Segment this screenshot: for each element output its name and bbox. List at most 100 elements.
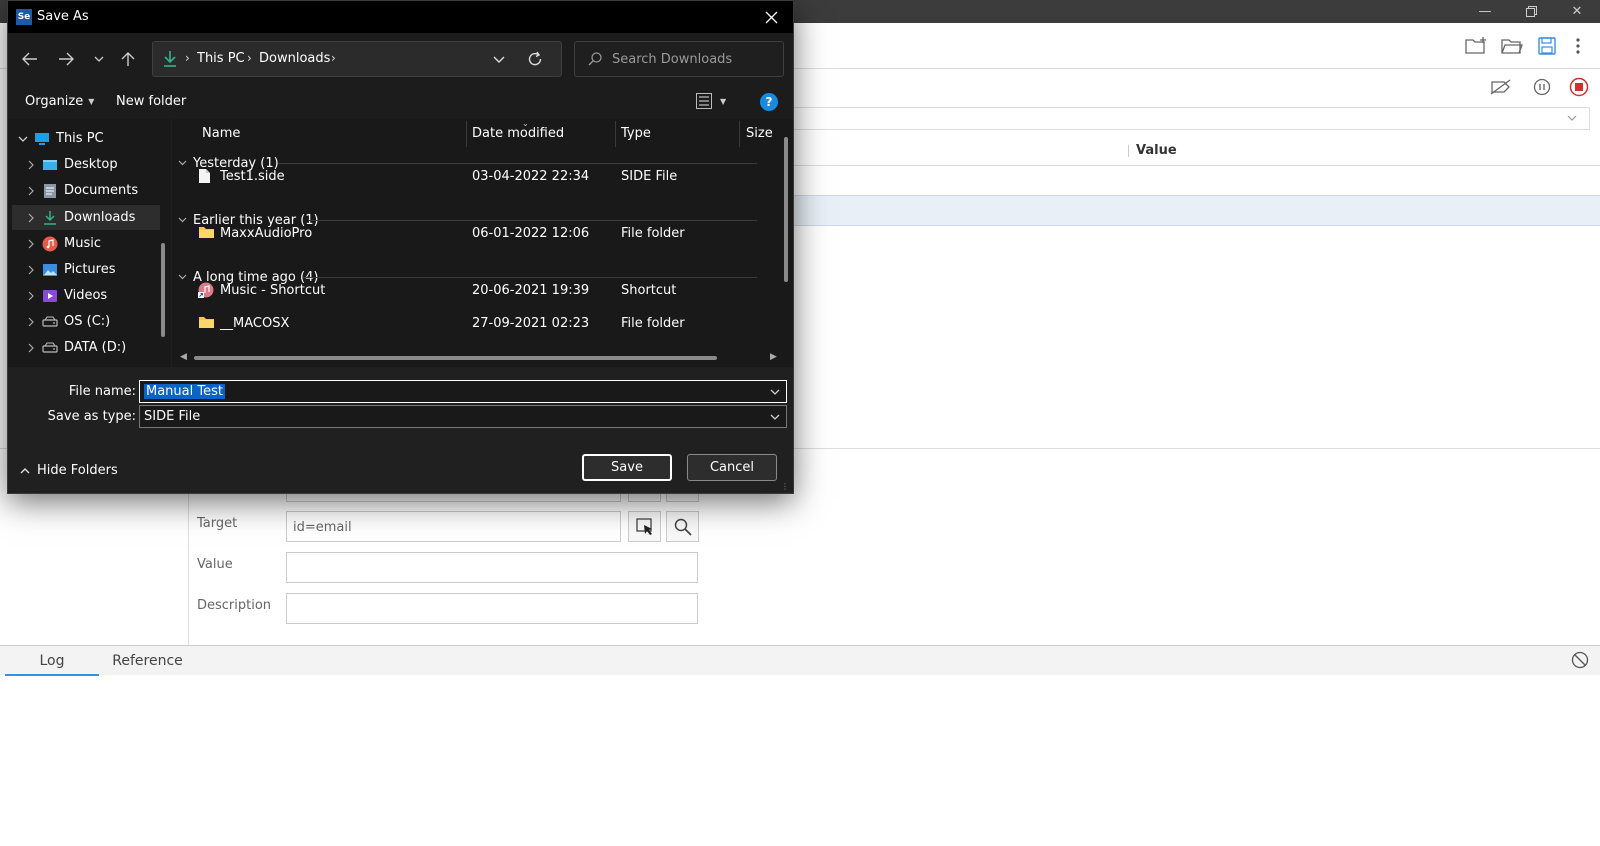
- chevron-right-icon[interactable]: [20, 186, 42, 196]
- chevron-down-icon: [770, 414, 780, 420]
- chevron-right-icon[interactable]: [20, 265, 42, 275]
- vertical-scrollbar[interactable]: [784, 137, 788, 282]
- breadcrumb-separator-icon: ›: [331, 51, 336, 65]
- chevron-right-icon[interactable]: [20, 317, 42, 327]
- size-column-header[interactable]: Size: [746, 119, 773, 149]
- file-row[interactable]: __MACOSX 27-09-2021 02:23 File folder: [172, 311, 772, 337]
- tree-item-label: Music: [64, 236, 101, 251]
- clear-log-icon[interactable]: [1571, 651, 1589, 669]
- pause-icon[interactable]: [1530, 75, 1554, 99]
- hide-folders-label: Hide Folders: [37, 463, 118, 478]
- table-row[interactable]: [790, 195, 1600, 226]
- save-button[interactable]: Save: [582, 454, 672, 481]
- chevron-right-icon[interactable]: [20, 160, 42, 170]
- music-icon: [42, 236, 58, 252]
- chevron-down-icon[interactable]: [770, 389, 780, 395]
- file-name-value: Manual Test: [144, 384, 225, 399]
- recent-locations-icon[interactable]: [84, 44, 114, 74]
- resize-grip-icon[interactable]: ⋮: [781, 482, 789, 491]
- address-history-icon[interactable]: [493, 56, 505, 63]
- save-project-icon[interactable]: [1535, 34, 1559, 58]
- name-column-header[interactable]: Name: [202, 119, 240, 149]
- commands-table-header: Value: [790, 138, 1600, 166]
- tree-item-documents[interactable]: Documents: [12, 178, 160, 203]
- file-name-input[interactable]: Manual Test: [139, 380, 787, 403]
- refresh-icon[interactable]: [527, 51, 543, 67]
- open-project-icon[interactable]: [1500, 34, 1524, 58]
- new-project-icon[interactable]: [1464, 34, 1488, 58]
- tree-item-label: This PC: [56, 131, 104, 146]
- search-box[interactable]: Search Downloads: [574, 41, 784, 77]
- type-column-header[interactable]: Type: [621, 119, 651, 149]
- date-column-header[interactable]: Date modified: [472, 119, 564, 149]
- file-name: __MACOSX: [220, 316, 290, 331]
- tree-item-videos[interactable]: Videos: [12, 283, 160, 308]
- target-input[interactable]: id=email: [286, 511, 621, 542]
- column-divider: [739, 121, 740, 147]
- value-column-header: Value: [1136, 143, 1177, 158]
- help-icon[interactable]: ?: [760, 93, 778, 111]
- hide-folders-button[interactable]: Hide Folders: [20, 463, 118, 478]
- up-icon[interactable]: [113, 44, 143, 74]
- stop-recording-icon[interactable]: [1567, 75, 1591, 99]
- search-icon: [674, 518, 692, 536]
- chevron-right-icon[interactable]: [20, 291, 42, 301]
- minimize-icon[interactable]: —: [1462, 0, 1508, 23]
- back-icon[interactable]: [15, 44, 45, 74]
- tree-item-this-pc[interactable]: This PC: [12, 126, 160, 151]
- save-type-select[interactable]: SIDE File: [139, 405, 787, 428]
- tree-item-label: OS (C:): [64, 314, 111, 329]
- tree-item-music[interactable]: Music: [12, 231, 160, 256]
- view-options-button[interactable]: ▼: [696, 93, 726, 109]
- tree-item-desktop[interactable]: Desktop: [12, 152, 160, 177]
- new-folder-button[interactable]: New folder: [116, 94, 186, 109]
- navigation-pane: This PC Desktop Documents Downloads Music Pic…: [8, 119, 171, 367]
- app-close-icon[interactable]: ✕: [1554, 0, 1600, 23]
- tree-scrollbar[interactable]: [161, 243, 165, 337]
- horizontal-scrollbar[interactable]: [194, 356, 717, 360]
- breadcrumb-separator-icon: ›: [185, 51, 190, 65]
- dialog-commandbar: Organize ▼ New folder ▼ ?: [8, 85, 793, 119]
- scroll-right-icon[interactable]: ▶: [770, 352, 777, 362]
- chevron-down-icon: ▼: [88, 97, 95, 106]
- tree-item-downloads[interactable]: Downloads: [12, 205, 160, 230]
- file-date: 27-09-2021 02:23: [472, 316, 590, 331]
- tree-item-data-d[interactable]: DATA (D:): [12, 335, 160, 360]
- find-target-button[interactable]: [666, 511, 699, 542]
- file-row[interactable]: Music - Shortcut 20-06-2021 19:39 Shortcut: [172, 278, 772, 304]
- save-as-dialog: Se Save As › This PC › Downloads › Searc…: [7, 0, 794, 494]
- file-date: 20-06-2021 19:39: [472, 283, 590, 298]
- organize-button[interactable]: Organize ▼: [25, 94, 94, 109]
- chevron-up-icon: [20, 467, 30, 473]
- videos-icon: [42, 288, 58, 304]
- chevron-down-icon[interactable]: [12, 136, 34, 142]
- forward-icon[interactable]: [51, 44, 81, 74]
- address-bar[interactable]: › This PC › Downloads ›: [152, 41, 562, 77]
- file-row[interactable]: MaxxAudioPro 06-01-2022 12:06 File folder: [172, 221, 772, 247]
- chevron-right-icon[interactable]: [20, 343, 42, 353]
- column-divider: [1128, 145, 1129, 157]
- save-type-label: Save as type:: [47, 409, 136, 424]
- breadcrumb-downloads[interactable]: Downloads: [259, 51, 330, 66]
- chevron-right-icon[interactable]: [20, 213, 42, 223]
- tree-item-pictures[interactable]: Pictures: [12, 257, 160, 282]
- scroll-left-icon[interactable]: ◀: [180, 352, 187, 362]
- more-menu-icon[interactable]: [1566, 34, 1590, 58]
- restore-icon[interactable]: [1508, 0, 1554, 23]
- description-input[interactable]: [286, 593, 698, 624]
- chevron-right-icon[interactable]: [20, 239, 42, 249]
- pc-icon: [34, 131, 50, 147]
- tree-item-os-c[interactable]: OS (C:): [12, 309, 160, 334]
- dialog-close-icon[interactable]: [760, 7, 782, 27]
- base-url-field[interactable]: [790, 107, 1590, 130]
- tab-log[interactable]: Log: [5, 646, 99, 676]
- tab-reference[interactable]: Reference: [100, 646, 195, 676]
- disable-breakpoints-icon[interactable]: [1489, 75, 1513, 99]
- cancel-button[interactable]: Cancel: [687, 454, 777, 481]
- tree-item-label: Videos: [64, 288, 108, 303]
- dialog-navbar: › This PC › Downloads › Search Downloads: [8, 33, 793, 85]
- select-target-button[interactable]: [628, 511, 661, 542]
- breadcrumb-this-pc[interactable]: This PC: [197, 51, 245, 66]
- file-row[interactable]: Test1.side 03-04-2022 22:34 SIDE File: [172, 164, 772, 190]
- value-input[interactable]: [286, 552, 698, 583]
